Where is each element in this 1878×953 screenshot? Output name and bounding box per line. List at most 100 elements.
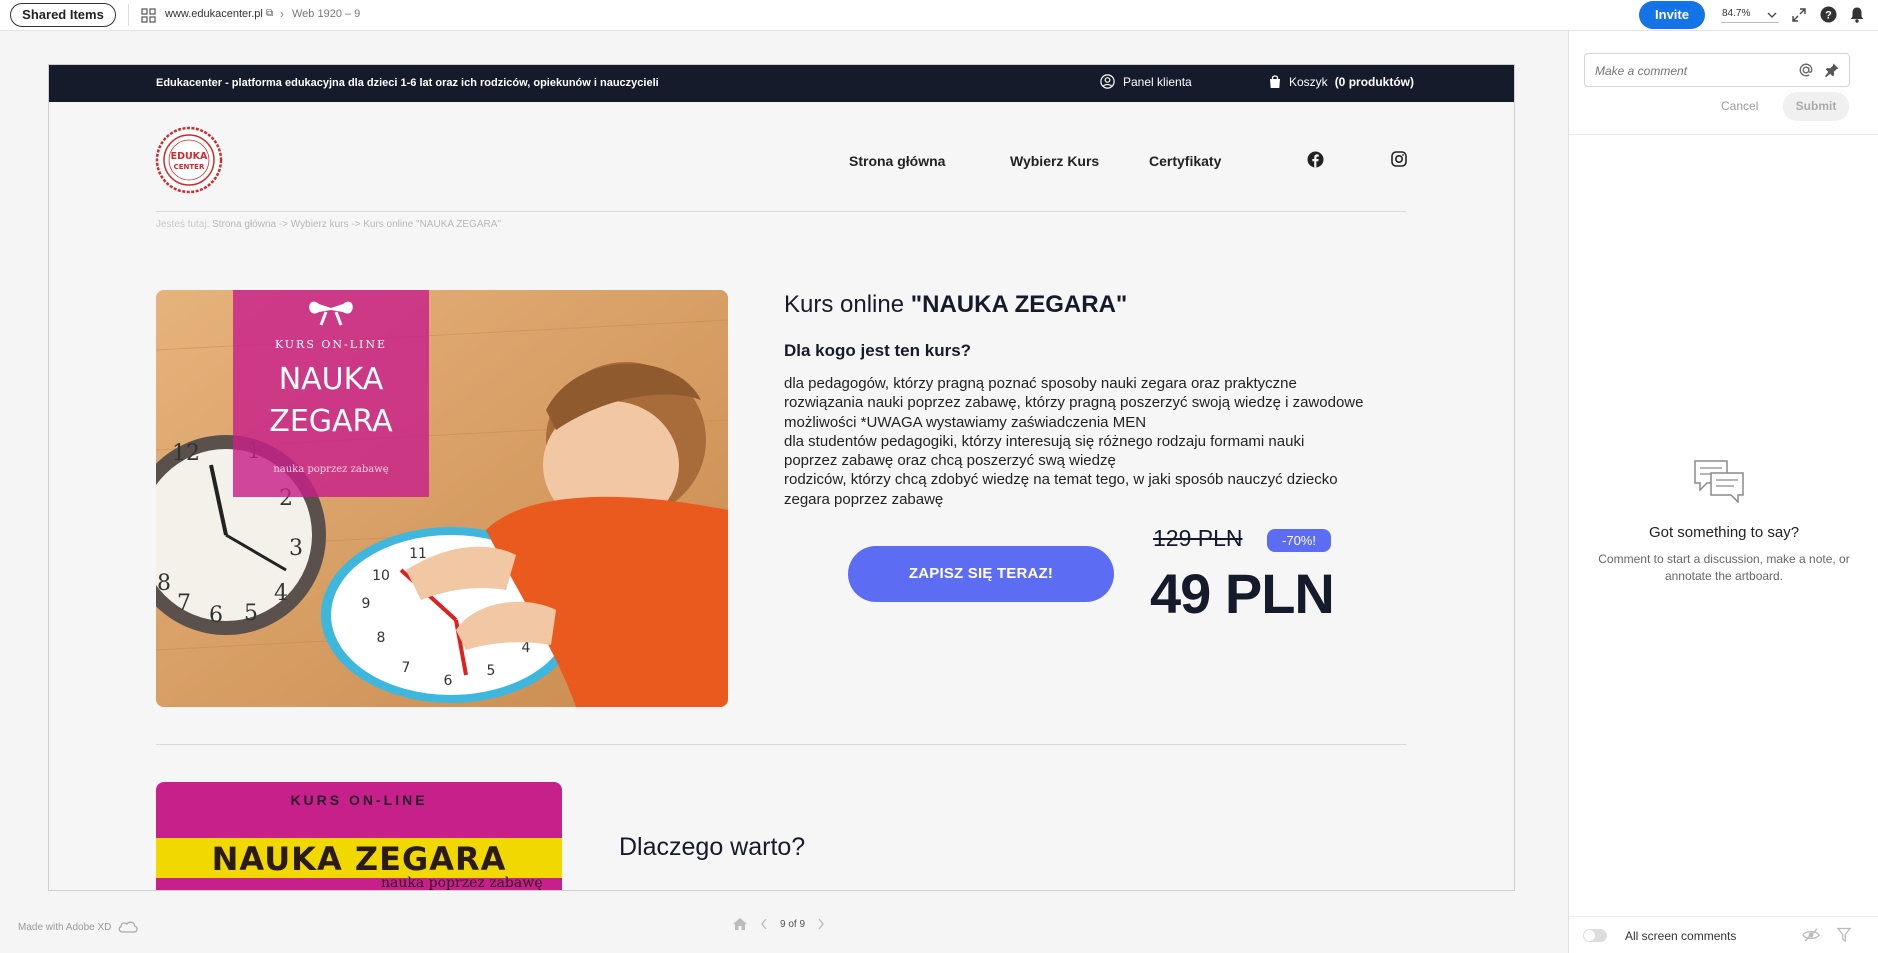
- made-with-xd[interactable]: Made with Adobe XD: [18, 920, 139, 934]
- course-title: Kurs online "NAUKA ZEGARA": [784, 291, 1127, 319]
- svg-text:7: 7: [177, 591, 191, 616]
- pager: 9 of 9: [732, 917, 825, 931]
- site-top-strip: Edukacenter - platforma edukacyjna dla d…: [49, 65, 1514, 102]
- submit-button[interactable]: Submit: [1783, 92, 1849, 121]
- for-whom-heading: Dla kogo jest ten kurs?: [784, 341, 972, 360]
- empty-state-title: Got something to say?: [1648, 524, 1800, 541]
- artboard-canvas: Edukacenter - platforma edukacyjna dla d…: [48, 64, 1515, 891]
- artboard-name: Web 1920 – 9: [292, 8, 361, 20]
- old-price: 129 PLN: [1153, 525, 1243, 551]
- chevron-right-icon: ›: [280, 7, 284, 21]
- course-banner-image: KURS ON-LINE NAUKA ZEGARA nauka poprzez …: [156, 782, 562, 890]
- svg-text:?: ?: [1825, 10, 1832, 22]
- client-panel-link[interactable]: Panel klienta: [1100, 74, 1192, 89]
- svg-text:6: 6: [444, 673, 453, 689]
- pin-icon[interactable]: [1824, 62, 1840, 78]
- banner-kurs-label: KURS ON-LINE: [290, 792, 428, 808]
- description-line: dla studentów pedagogiki, którzy interes…: [784, 432, 1305, 450]
- course-hero-image: 1212 345 678 987 654 1011: [156, 290, 728, 707]
- instagram-icon[interactable]: [1391, 151, 1407, 167]
- zoom-underline: [1721, 22, 1779, 23]
- all-comments-label: All screen comments: [1625, 929, 1737, 943]
- cart-label: Koszyk: [1289, 74, 1328, 89]
- hero-title-line1: NAUKA: [278, 362, 384, 397]
- course-title-name: "NAUKA ZEGARA": [910, 291, 1128, 318]
- svg-text:EDUKA: EDUKA: [171, 151, 208, 162]
- course-title-prefix: Kurs online: [784, 291, 911, 318]
- client-panel-label: Panel klienta: [1123, 74, 1192, 89]
- edukacenter-logo[interactable]: EDUKA CENTER: [155, 126, 223, 194]
- banner-title: NAUKA ZEGARA: [211, 840, 507, 878]
- hero-kurs-label: KURS ON-LINE: [274, 338, 388, 351]
- header-divider: [156, 211, 1406, 212]
- next-page-icon[interactable]: [817, 918, 825, 930]
- svg-text:5: 5: [244, 601, 258, 626]
- fullscreen-icon[interactable]: [1791, 7, 1807, 23]
- comments-panel: Cancel Submit Got something to say? Comm…: [1568, 31, 1878, 953]
- notifications-icon[interactable]: [1849, 6, 1865, 23]
- comment-input[interactable]: [1595, 64, 1785, 78]
- breadcrumb-path[interactable]: Strona główna -> Wybierz kurs -> Kurs on…: [212, 219, 501, 230]
- external-link-icon[interactable]: ⧉: [266, 8, 273, 19]
- course-description: dla pedagogów, którzy pragną poznać spos…: [784, 374, 1394, 509]
- cancel-button[interactable]: Cancel: [1721, 99, 1758, 113]
- svg-text:6: 6: [209, 603, 223, 628]
- svg-text:CENTER: CENTER: [174, 163, 205, 171]
- sidebar-footer-divider: [1569, 916, 1878, 917]
- filter-icon[interactable]: [1837, 927, 1851, 943]
- xd-toolbar: Shared Items www.edukacenter.pl ⧉ › Web …: [0, 0, 1878, 31]
- sidebar-divider: [1569, 134, 1878, 135]
- why-heading: Dlaczego warto?: [619, 833, 806, 861]
- home-icon[interactable]: [732, 917, 748, 931]
- comment-bubbles-icon: [1694, 460, 1744, 503]
- svg-text:5: 5: [487, 663, 496, 679]
- document-name[interactable]: www.edukacenter.pl: [165, 8, 263, 20]
- site-tagline: Edukacenter - platforma edukacyjna dla d…: [156, 77, 659, 89]
- banner-subtitle: nauka poprzez zabawę: [381, 875, 543, 890]
- user-circle-icon: [1100, 74, 1115, 89]
- svg-text:10: 10: [372, 568, 390, 584]
- facebook-icon[interactable]: [1307, 151, 1324, 168]
- hero-subtitle: nauka poprzez zabawę: [273, 464, 389, 475]
- grid-view-icon[interactable]: [141, 8, 156, 23]
- nav-choose-course[interactable]: Wybierz Kurs: [1010, 153, 1099, 169]
- nav-home[interactable]: Strona główna: [849, 153, 945, 169]
- enroll-now-button[interactable]: ZAPISZ SIĘ TERAZ!: [848, 546, 1114, 602]
- help-icon[interactable]: ?: [1820, 6, 1837, 23]
- cart-link[interactable]: Koszyk (0 produktów): [1268, 74, 1414, 89]
- breadcrumb: Jesteś tutaj: Strona główna -> Wybierz k…: [156, 219, 501, 230]
- discount-badge: -70%!: [1267, 529, 1331, 552]
- creative-cloud-icon: [119, 921, 139, 933]
- svg-text:12: 12: [172, 441, 200, 466]
- comment-box[interactable]: [1584, 53, 1850, 87]
- shopping-bag-icon: [1270, 75, 1280, 88]
- description-line: rodziców, którzy chcą zdobyć wiedzę na t…: [784, 471, 1338, 489]
- section-divider: [156, 744, 1406, 745]
- description-line: możliwości *UWAGA wystawiamy zaświadczen…: [784, 413, 1147, 431]
- description-line: rozwiązania nauki poprzez zabawę, którzy…: [784, 394, 1364, 412]
- svg-text:7: 7: [402, 660, 411, 676]
- cart-count: (0 produktów): [1334, 74, 1415, 89]
- svg-text:4: 4: [274, 581, 288, 606]
- svg-text:8: 8: [377, 630, 386, 646]
- empty-state-description: Comment to start a discussion, make a no…: [1598, 552, 1850, 583]
- hero-title-line2: ZEGARA: [269, 404, 393, 439]
- nav-certificates[interactable]: Certyfikaty: [1149, 153, 1221, 169]
- hide-comments-icon[interactable]: [1802, 927, 1820, 943]
- shared-items-button[interactable]: Shared Items: [10, 3, 116, 27]
- toolbar-divider: [128, 4, 129, 26]
- svg-text:9: 9: [362, 596, 371, 612]
- description-line: poprzez zabawę oraz chcą poszerzyć swą w…: [784, 452, 1116, 470]
- all-comments-toggle[interactable]: [1583, 929, 1607, 942]
- zoom-level[interactable]: 84.7%: [1722, 8, 1750, 19]
- description-line: dla pedagogów, którzy pragną poznać spos…: [784, 375, 1297, 392]
- mention-icon[interactable]: [1798, 62, 1814, 78]
- svg-text:8: 8: [157, 571, 171, 596]
- description-line: zegara poprzez zabawę: [784, 490, 944, 508]
- page-counter: 9 of 9: [780, 918, 806, 930]
- svg-text:11: 11: [409, 546, 427, 562]
- previous-page-icon[interactable]: [760, 918, 768, 930]
- chevron-down-icon[interactable]: [1766, 9, 1778, 21]
- invite-button[interactable]: Invite: [1639, 1, 1705, 29]
- svg-text:3: 3: [289, 536, 303, 561]
